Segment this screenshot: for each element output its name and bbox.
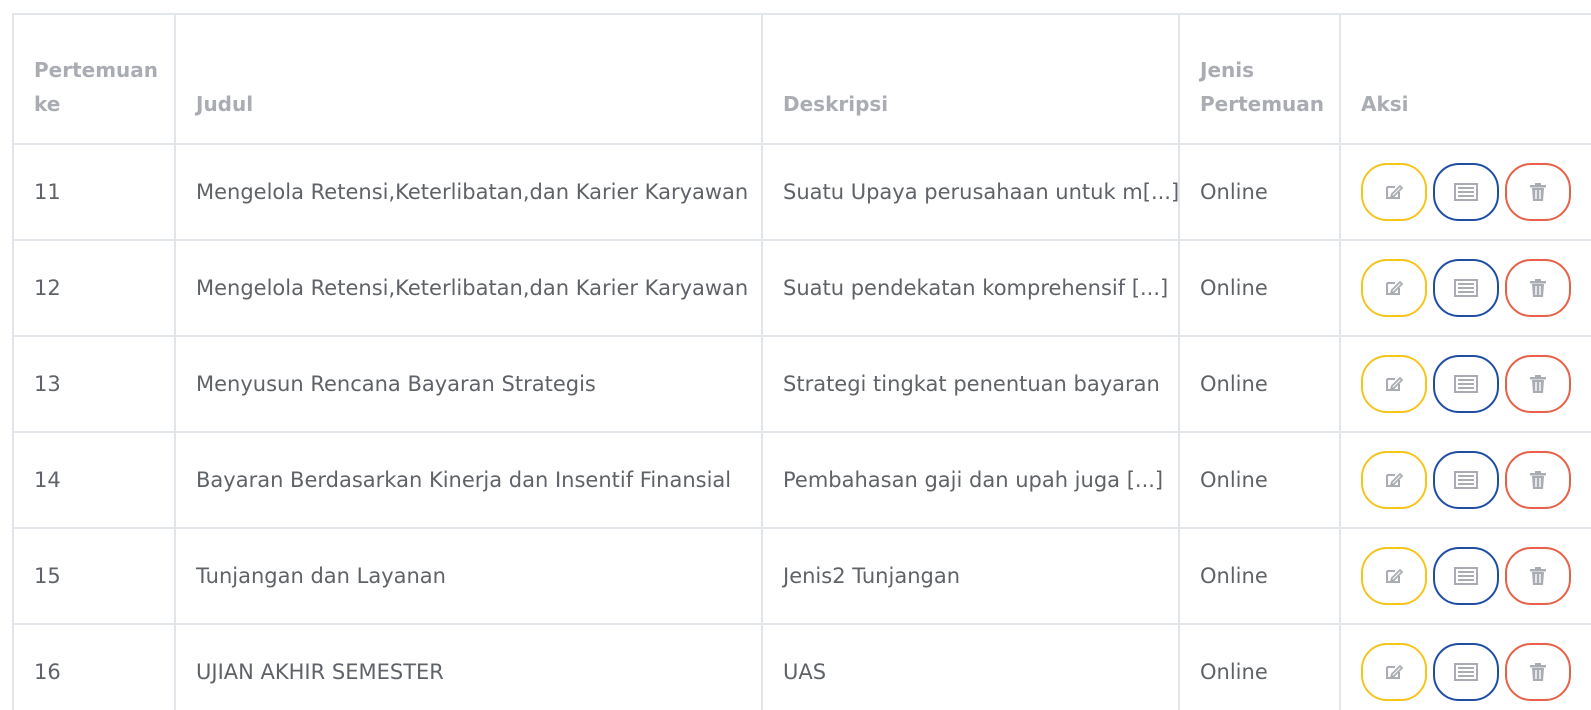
meeting-table-container: Pertemuan ke Judul Deskripsi Jenis Perte… bbox=[12, 13, 1591, 710]
action-group bbox=[1361, 163, 1591, 221]
edit-icon bbox=[1384, 279, 1404, 297]
cell-jenis-pertemuan: Online bbox=[1178, 335, 1341, 433]
header-aksi: Aksi bbox=[1339, 13, 1591, 145]
trash-icon bbox=[1530, 470, 1546, 490]
cell-deskripsi: Jenis2 Tunjangan bbox=[761, 527, 1180, 625]
header-pertemuan: Pertemuan ke bbox=[12, 13, 176, 145]
delete-button[interactable] bbox=[1505, 259, 1571, 317]
list-icon bbox=[1454, 183, 1478, 201]
meeting-table: Pertemuan ke Judul Deskripsi Jenis Perte… bbox=[12, 13, 1591, 710]
delete-button[interactable] bbox=[1505, 547, 1571, 605]
detail-button[interactable] bbox=[1433, 163, 1499, 221]
detail-button[interactable] bbox=[1433, 547, 1499, 605]
action-group bbox=[1361, 547, 1591, 605]
cell-pertemuan: 13 bbox=[12, 335, 176, 433]
cell-jenis-pertemuan: Online bbox=[1178, 623, 1341, 710]
edit-button[interactable] bbox=[1361, 643, 1427, 701]
edit-button[interactable] bbox=[1361, 259, 1427, 317]
cell-judul: Bayaran Berdasarkan Kinerja dan Insentif… bbox=[174, 431, 763, 529]
cell-jenis-pertemuan: Online bbox=[1178, 239, 1341, 337]
delete-button[interactable] bbox=[1505, 163, 1571, 221]
action-group bbox=[1361, 451, 1591, 509]
table-row: 14 Bayaran Berdasarkan Kinerja dan Insen… bbox=[12, 431, 1591, 529]
cell-aksi bbox=[1339, 527, 1591, 625]
trash-icon bbox=[1530, 662, 1546, 682]
edit-icon bbox=[1384, 183, 1404, 201]
detail-button[interactable] bbox=[1433, 355, 1499, 413]
cell-aksi bbox=[1339, 335, 1591, 433]
cell-deskripsi: Pembahasan gaji dan upah juga [...] bbox=[761, 431, 1180, 529]
table-row: 11 Mengelola Retensi,Keterlibatan,dan Ka… bbox=[12, 143, 1591, 241]
cell-judul: UJIAN AKHIR SEMESTER bbox=[174, 623, 763, 710]
cell-jenis-pertemuan: Online bbox=[1178, 143, 1341, 241]
list-icon bbox=[1454, 471, 1478, 489]
cell-aksi bbox=[1339, 143, 1591, 241]
detail-button[interactable] bbox=[1433, 259, 1499, 317]
table-body: 11 Mengelola Retensi,Keterlibatan,dan Ka… bbox=[12, 143, 1591, 710]
cell-jenis-pertemuan: Online bbox=[1178, 527, 1341, 625]
delete-button[interactable] bbox=[1505, 643, 1571, 701]
list-icon bbox=[1454, 663, 1478, 681]
edit-icon bbox=[1384, 375, 1404, 393]
cell-pertemuan: 15 bbox=[12, 527, 176, 625]
header-deskripsi: Deskripsi bbox=[761, 13, 1180, 145]
cell-jenis-pertemuan: Online bbox=[1178, 431, 1341, 529]
header-judul: Judul bbox=[174, 13, 763, 145]
cell-deskripsi: Strategi tingkat penentuan bayaran bbox=[761, 335, 1180, 433]
delete-button[interactable] bbox=[1505, 355, 1571, 413]
cell-pertemuan: 12 bbox=[12, 239, 176, 337]
cell-pertemuan: 16 bbox=[12, 623, 176, 710]
cell-judul: Tunjangan dan Layanan bbox=[174, 527, 763, 625]
action-group bbox=[1361, 259, 1591, 317]
detail-button[interactable] bbox=[1433, 643, 1499, 701]
cell-pertemuan: 11 bbox=[12, 143, 176, 241]
table-row: 16 UJIAN AKHIR SEMESTER UAS Online bbox=[12, 623, 1591, 710]
cell-aksi bbox=[1339, 431, 1591, 529]
cell-judul: Mengelola Retensi,Keterlibatan,dan Karie… bbox=[174, 143, 763, 241]
edit-icon bbox=[1384, 567, 1404, 585]
cell-aksi bbox=[1339, 239, 1591, 337]
action-group bbox=[1361, 355, 1591, 413]
edit-button[interactable] bbox=[1361, 163, 1427, 221]
cell-judul: Menyusun Rencana Bayaran Strategis bbox=[174, 335, 763, 433]
trash-icon bbox=[1530, 566, 1546, 586]
table-row: 13 Menyusun Rencana Bayaran Strategis St… bbox=[12, 335, 1591, 433]
cell-aksi bbox=[1339, 623, 1591, 710]
header-jenis-pertemuan: Jenis Pertemuan bbox=[1178, 13, 1341, 145]
action-group bbox=[1361, 643, 1591, 701]
table-header-row: Pertemuan ke Judul Deskripsi Jenis Perte… bbox=[12, 13, 1591, 145]
cell-deskripsi: Suatu pendekatan komprehensif [...] bbox=[761, 239, 1180, 337]
table-row: 15 Tunjangan dan Layanan Jenis2 Tunjanga… bbox=[12, 527, 1591, 625]
trash-icon bbox=[1530, 374, 1546, 394]
cell-judul: Mengelola Retensi,Keterlibatan,dan Karie… bbox=[174, 239, 763, 337]
list-icon bbox=[1454, 279, 1478, 297]
edit-button[interactable] bbox=[1361, 355, 1427, 413]
cell-deskripsi: Suatu Upaya perusahaan untuk m[...] bbox=[761, 143, 1180, 241]
cell-pertemuan: 14 bbox=[12, 431, 176, 529]
table-row: 12 Mengelola Retensi,Keterlibatan,dan Ka… bbox=[12, 239, 1591, 337]
list-icon bbox=[1454, 375, 1478, 393]
trash-icon bbox=[1530, 278, 1546, 298]
delete-button[interactable] bbox=[1505, 451, 1571, 509]
edit-icon bbox=[1384, 471, 1404, 489]
list-icon bbox=[1454, 567, 1478, 585]
trash-icon bbox=[1530, 182, 1546, 202]
edit-icon bbox=[1384, 663, 1404, 681]
detail-button[interactable] bbox=[1433, 451, 1499, 509]
edit-button[interactable] bbox=[1361, 451, 1427, 509]
edit-button[interactable] bbox=[1361, 547, 1427, 605]
cell-deskripsi: UAS bbox=[761, 623, 1180, 710]
